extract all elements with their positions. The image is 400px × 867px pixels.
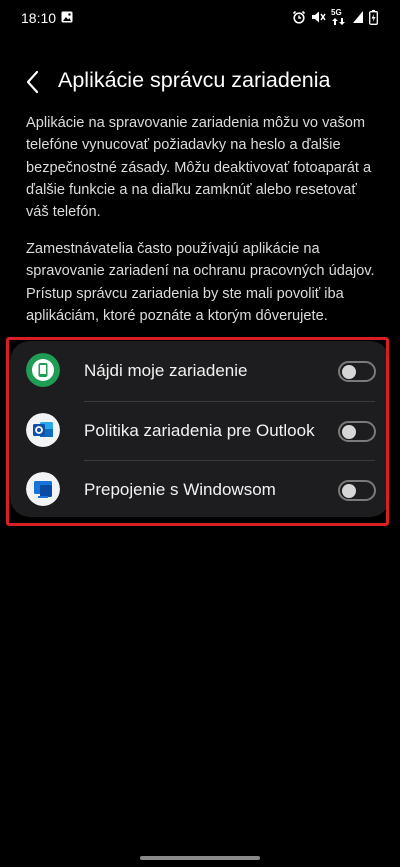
chevron-left-icon xyxy=(26,70,39,94)
network-type-label: 5G xyxy=(331,8,342,17)
list-item-label: Prepojenie s Windowsom xyxy=(84,480,276,499)
outlook-policy-toggle[interactable] xyxy=(338,421,376,442)
header: Aplikácie správcu zariadenia xyxy=(0,64,400,100)
alarm-icon xyxy=(292,10,306,24)
back-button[interactable] xyxy=(22,68,46,96)
link-to-windows-toggle[interactable] xyxy=(338,480,376,501)
outlook-icon xyxy=(26,413,60,447)
mute-icon xyxy=(312,11,326,23)
list-item-find-my-device[interactable]: Nájdi moje zariadenie xyxy=(10,341,390,399)
status-icons: 5G xyxy=(292,8,378,25)
description-text: Zamestnávatelia často používajú aplikáci… xyxy=(26,241,375,324)
signal-icon xyxy=(353,11,363,23)
page-title: Aplikácie správcu zariadenia xyxy=(58,68,331,92)
device-admin-apps-list: Nájdi moje zariadenie Politika zariadeni… xyxy=(10,341,390,517)
link-to-windows-icon xyxy=(26,472,60,506)
gallery-notification-icon xyxy=(61,11,73,23)
status-bar: 18:10 5G xyxy=(0,0,400,38)
description-text: Aplikácie na spravovanie zariadenia môžu… xyxy=(26,115,372,221)
network-type-indicator: 5G xyxy=(331,8,347,25)
data-arrows-icon xyxy=(332,18,345,25)
find-my-device-toggle[interactable] xyxy=(338,361,376,382)
find-my-device-icon xyxy=(26,353,60,387)
battery-icon xyxy=(369,9,378,25)
list-item-label: Politika zariadenia pre Outlook xyxy=(84,421,315,440)
list-item-label: Nájdi moje zariadenie xyxy=(84,361,248,380)
list-item-link-to-windows[interactable]: Prepojenie s Windowsom xyxy=(10,460,390,518)
status-time: 18:10 xyxy=(21,10,57,26)
list-item-outlook-policy[interactable]: Politika zariadenia pre Outlook xyxy=(10,401,390,459)
home-gesture-bar[interactable] xyxy=(140,856,260,860)
